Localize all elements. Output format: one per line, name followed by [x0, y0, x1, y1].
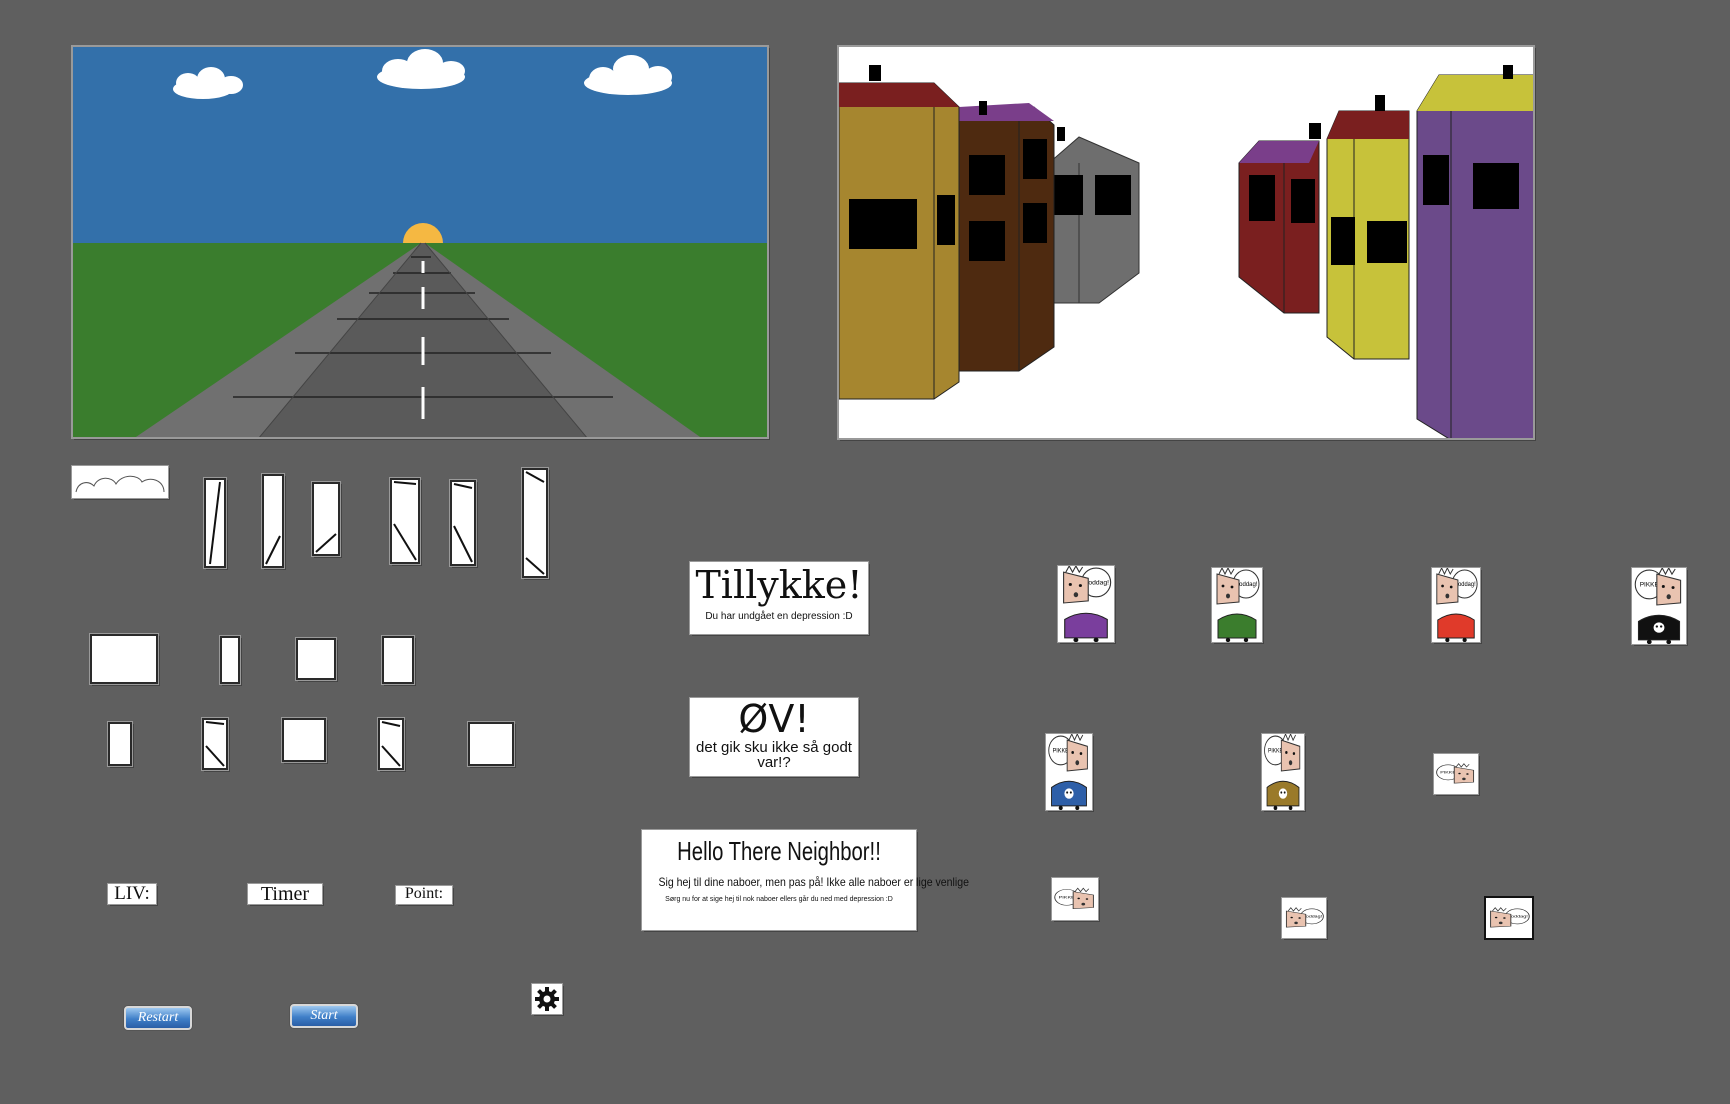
- lose-subtitle: det gik sku ikke så godt var!?: [696, 739, 852, 771]
- neighbor-icon: PIKKE: [1436, 763, 1475, 784]
- neighbor-sprite: Goddag!: [1058, 564, 1114, 643]
- restart-button[interactable]: Restart: [124, 1006, 192, 1030]
- speech-bubble-text: PIKKE: [1640, 582, 1659, 589]
- street-scene: [838, 46, 1534, 439]
- intro-panel: Hello There Neighbor!! Sig hej til dine …: [642, 830, 969, 930]
- lose-title: ØV!: [738, 697, 810, 741]
- neighbor-head-sprite: PIKKE: [1434, 754, 1478, 794]
- window-sprite: [282, 718, 326, 762]
- cloud-outline-icon: [75, 475, 165, 493]
- window-sprite: [450, 480, 476, 566]
- neighbor-sprite: Goddag!: [1212, 566, 1262, 643]
- win-title: Tillykke!: [695, 563, 863, 607]
- window-sprite: [220, 636, 240, 684]
- window-sprite: [390, 478, 420, 564]
- street-scene-art: [839, 65, 1533, 438]
- window-sprite: [522, 468, 548, 578]
- points-label: Point:: [396, 886, 452, 904]
- lose-panel: ØV! det gik sku ikke så godt var!?: [690, 698, 858, 776]
- speech-bubble-text: PIKKE: [1059, 895, 1075, 899]
- neighbor-head-sprite: PIKKE: [1052, 878, 1098, 920]
- speech-bubble-text: PIKKE: [1053, 748, 1069, 754]
- start-button[interactable]: Start: [290, 1004, 358, 1028]
- window-sprite: [312, 482, 340, 556]
- neighbor-sprite: Goddag!: [1432, 566, 1480, 643]
- gear-icon: [535, 987, 559, 1011]
- neighbor-icon: Goddag!: [1436, 566, 1478, 643]
- intro-line1: Sig hej til dine naboer, men pas på! Ikk…: [658, 875, 969, 889]
- intro-title: Hello There Neighbor!!: [677, 836, 881, 866]
- win-subtitle: Du har undgået en depression :D: [705, 611, 853, 622]
- neighbor-sprite: PIKKE: [1632, 566, 1686, 645]
- settings-button[interactable]: [532, 984, 562, 1014]
- neighbor-icon: Goddag!: [1216, 566, 1260, 643]
- road-scene: [72, 46, 768, 438]
- road-scene-art: [73, 47, 767, 437]
- speech-bubble-text: PIKKE: [1268, 748, 1283, 755]
- neighbor-icon: PIKKE: [1264, 732, 1301, 811]
- window-sprite: [382, 636, 414, 684]
- window-sprite: [108, 722, 132, 766]
- window-sprite: [262, 474, 284, 568]
- speech-bubble-text: PIKKE: [1440, 770, 1456, 774]
- cloud-sprite: [72, 466, 168, 498]
- neighbor-icon: Goddag!: [1285, 907, 1324, 928]
- window-sprite: [204, 478, 226, 568]
- window-sprite: [202, 718, 228, 770]
- window-sprite: [468, 722, 514, 766]
- neighbor-icon: Goddag!: [1063, 564, 1112, 643]
- window-sprite: [378, 718, 404, 770]
- neighbor-icon: Goddag!: [1490, 907, 1530, 928]
- window-sprite: [296, 638, 336, 680]
- neighbor-icon: PIKKE: [1054, 887, 1094, 909]
- neighbor-sprite: PIKKE: [1046, 732, 1092, 811]
- neighbor-icon: PIKKE: [1634, 566, 1682, 645]
- neighbor-head-sprite: Goddag!: [1486, 898, 1532, 938]
- neighbor-icon: PIKKE: [1048, 732, 1088, 811]
- neighbor-head-sprite: Goddag!: [1282, 898, 1326, 938]
- intro-line2: Sørg nu for at sige hej til nok naboer e…: [665, 896, 893, 903]
- neighbor-sprite: PIKKE: [1262, 732, 1304, 811]
- lives-label: LIV:: [108, 884, 156, 904]
- timer-label: Timer: [248, 884, 322, 904]
- win-panel: Tillykke! Du har undgået en depression :…: [690, 562, 868, 634]
- window-sprite: [90, 634, 158, 684]
